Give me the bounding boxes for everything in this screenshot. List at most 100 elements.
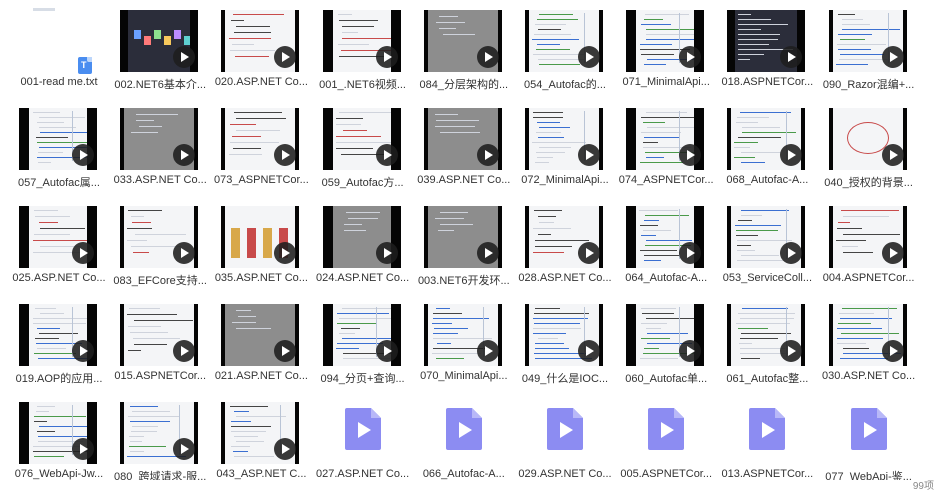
play-icon bbox=[881, 242, 904, 264]
file-grid: 001-read me.txt002.NET6基本介...020.ASP.NET… bbox=[0, 0, 942, 480]
file-item[interactable]: 021.ASP.NET Co... bbox=[202, 296, 308, 392]
file-name: 004.ASPNETCor... bbox=[822, 272, 915, 284]
video-thumbnail bbox=[626, 108, 705, 170]
file-item[interactable]: 040_授权的背景... bbox=[810, 100, 913, 196]
video-file-icon bbox=[850, 408, 887, 450]
video-thumbnail bbox=[525, 304, 603, 366]
file-item[interactable]: 003.NET6开发环... bbox=[405, 198, 510, 294]
play-icon bbox=[375, 340, 398, 362]
preview-placeholder bbox=[33, 8, 55, 11]
file-item[interactable]: 035.ASP.NET Co... bbox=[202, 198, 308, 294]
play-icon bbox=[578, 144, 600, 166]
file-item[interactable]: 030.ASP.NET Co... bbox=[810, 296, 915, 392]
file-item[interactable]: 077_WebApi-鉴... bbox=[810, 394, 912, 480]
play-icon bbox=[578, 242, 600, 264]
play-icon bbox=[173, 46, 196, 68]
video-thumbnail bbox=[322, 304, 401, 366]
play-icon bbox=[476, 242, 499, 264]
play-icon bbox=[72, 242, 94, 264]
video-thumbnail bbox=[120, 402, 199, 464]
video-thumbnail bbox=[120, 206, 199, 268]
file-item[interactable]: 094_分页+查询... bbox=[304, 296, 405, 392]
file-item[interactable]: 071_MinimalApi... bbox=[607, 2, 710, 98]
file-item[interactable]: 083_EFCore支持... bbox=[101, 198, 207, 294]
file-item[interactable]: 057_Autofac属... bbox=[0, 100, 100, 196]
file-item[interactable]: 068_Autofac-A... bbox=[708, 100, 808, 196]
file-item[interactable]: 033.ASP.NET Co... bbox=[101, 100, 207, 196]
file-item[interactable]: 001-read me.txt bbox=[0, 2, 100, 98]
file-item[interactable]: 015.ASPNETCor... bbox=[101, 296, 206, 392]
video-thumbnail bbox=[19, 108, 97, 170]
file-item[interactable]: 013.ASPNETCor... bbox=[708, 394, 813, 480]
video-thumbnail bbox=[423, 108, 502, 170]
play-icon bbox=[578, 340, 600, 362]
play-icon bbox=[72, 340, 94, 362]
file-item[interactable]: 043_ASP.NET C... bbox=[202, 394, 306, 480]
file-item[interactable]: 025.ASP.NET Co... bbox=[0, 198, 106, 294]
file-item[interactable]: 049_什么是IOC... bbox=[506, 296, 608, 392]
video-thumbnail bbox=[727, 108, 806, 170]
play-icon bbox=[476, 46, 499, 68]
video-thumbnail bbox=[322, 108, 401, 170]
play-icon bbox=[679, 46, 702, 68]
file-item[interactable]: 020.ASP.NET Co... bbox=[202, 2, 308, 98]
video-thumbnail bbox=[221, 206, 300, 268]
file-item[interactable]: 066_Autofac-A... bbox=[405, 394, 505, 480]
file-item[interactable]: 019.AOP的应用... bbox=[0, 296, 102, 392]
video-thumbnail bbox=[626, 10, 705, 72]
file-name: 030.ASP.NET Co... bbox=[822, 370, 916, 382]
file-item[interactable]: 076_WebApi-Jw... bbox=[0, 394, 103, 480]
play-icon bbox=[881, 340, 904, 362]
file-item[interactable]: 090_Razor混编+... bbox=[810, 2, 914, 98]
file-item[interactable]: 072_MinimalApi... bbox=[506, 100, 609, 196]
video-file-icon bbox=[445, 408, 482, 450]
play-icon bbox=[881, 46, 904, 68]
file-item[interactable]: 070_MinimalApi... bbox=[405, 296, 508, 392]
file-item[interactable]: 018.ASPNETCor... bbox=[708, 2, 813, 98]
video-thumbnail bbox=[828, 108, 907, 170]
file-item[interactable]: 029.ASP.NET Co... bbox=[506, 394, 612, 480]
video-file-icon bbox=[648, 408, 685, 450]
video-thumbnail bbox=[19, 304, 97, 366]
video-thumbnail bbox=[727, 304, 806, 366]
file-item[interactable]: 053_ServiceColl... bbox=[708, 198, 812, 294]
file-item[interactable]: 074_ASPNETCor... bbox=[607, 100, 714, 196]
play-icon bbox=[72, 144, 94, 166]
play-icon bbox=[578, 46, 600, 68]
video-thumbnail bbox=[828, 206, 907, 268]
file-item[interactable]: 002.NET6基本介... bbox=[101, 2, 206, 98]
video-thumbnail bbox=[322, 10, 401, 72]
video-thumbnail bbox=[221, 304, 300, 366]
file-name: 077_WebApi-鉴... bbox=[825, 471, 912, 480]
file-item[interactable]: 064_Autofac-A... bbox=[607, 198, 707, 294]
video-thumbnail bbox=[322, 206, 401, 268]
file-item[interactable]: 084_分层架构的... bbox=[405, 2, 508, 98]
file-item[interactable]: 059_Autofac方... bbox=[304, 100, 404, 196]
video-thumbnail bbox=[19, 402, 97, 464]
play-icon bbox=[679, 144, 702, 166]
play-icon bbox=[375, 144, 398, 166]
file-item[interactable]: 054_Autofac的... bbox=[506, 2, 606, 98]
video-thumbnail bbox=[828, 304, 907, 366]
file-item[interactable]: 073_ASPNETCor... bbox=[202, 100, 309, 196]
file-item[interactable]: 039.ASP.NET Co... bbox=[405, 100, 510, 196]
file-item[interactable]: 027.ASP.NET Co... bbox=[304, 394, 409, 480]
file-item[interactable]: 005.ASPNETCor... bbox=[607, 394, 712, 480]
video-file-icon bbox=[547, 408, 583, 450]
file-item[interactable]: 061_Autofac整... bbox=[708, 296, 808, 392]
play-icon bbox=[476, 340, 499, 362]
video-thumbnail bbox=[423, 206, 502, 268]
video-thumbnail bbox=[626, 206, 705, 268]
video-thumbnail bbox=[525, 206, 603, 268]
play-icon bbox=[375, 242, 398, 264]
file-item[interactable]: 080_跨域请求-服... bbox=[101, 394, 206, 480]
video-thumbnail bbox=[525, 10, 603, 72]
video-thumbnail bbox=[120, 304, 199, 366]
play-icon bbox=[679, 242, 702, 264]
file-item[interactable]: 024.ASP.NET Co... bbox=[304, 198, 409, 294]
file-item[interactable]: 001_.NET6视频... bbox=[304, 2, 406, 98]
video-thumbnail bbox=[221, 108, 300, 170]
file-item[interactable]: 060_Autofac单... bbox=[607, 296, 707, 392]
file-item[interactable]: 028.ASP.NET Co... bbox=[506, 198, 612, 294]
file-item[interactable]: 004.ASPNETCor... bbox=[810, 198, 914, 294]
